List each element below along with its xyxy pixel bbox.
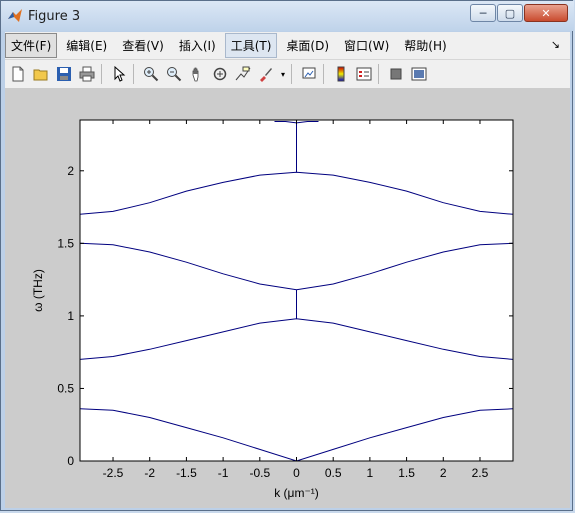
title-bar[interactable]: Figure 3 ─ ▢ ✕ [1, 1, 574, 31]
hide-plot-tools-icon[interactable] [386, 64, 406, 84]
brush-dropdown-icon[interactable]: ▾ [279, 64, 287, 84]
x-tick-label: -2 [144, 466, 155, 480]
x-tick-label: 2.5 [472, 466, 489, 480]
save-icon[interactable] [54, 64, 74, 84]
show-plot-tools-icon[interactable] [409, 64, 429, 84]
pan-icon[interactable] [187, 64, 207, 84]
brush-icon[interactable] [256, 64, 276, 84]
zoom-out-icon[interactable] [164, 64, 184, 84]
menu-bar: 文件(F) 编辑(E) 查看(V) 插入(I) 工具(T) 桌面(D) 窗口(W… [5, 32, 570, 59]
link-icon[interactable] [299, 64, 319, 84]
menu-help[interactable]: 帮助(H) [398, 33, 452, 58]
toolbar-separator [323, 64, 324, 84]
legend-icon[interactable] [354, 64, 374, 84]
menu-tools[interactable]: 工具(T) [224, 33, 278, 58]
menu-edit[interactable]: 编辑(E) [60, 33, 113, 58]
y-tick-label: 2 [67, 164, 74, 178]
rotate-icon[interactable] [210, 64, 230, 84]
menu-overflow-icon[interactable]: ↘ [551, 38, 560, 51]
menu-window[interactable]: 窗口(W) [338, 33, 395, 58]
menu-insert[interactable]: 插入(I) [173, 33, 222, 58]
y-tick-label: 1.5 [57, 236, 74, 250]
band-structure-plot[interactable]: -2.5 -2 -1.5 -1 -0.5 0 0.5 1 1.5 2 2.5 0 0.5 1 1.5 2 k (… [5, 88, 570, 508]
zoom-in-icon[interactable] [141, 64, 161, 84]
figure-window: Figure 3 ─ ▢ ✕ 文件(F) 编辑(E) 查看(V) 插入(I) 工… [0, 0, 574, 511]
toolbar-separator [101, 64, 102, 84]
y-tick-label: 0.5 [57, 381, 74, 395]
x-tick-label: 1 [367, 466, 374, 480]
window-title: Figure 3 [28, 9, 81, 24]
x-tick-label: 1.5 [398, 466, 415, 480]
y-tick-label: 1 [67, 309, 74, 323]
open-icon[interactable] [31, 64, 51, 84]
x-tick-label: -1 [218, 466, 229, 480]
close-button[interactable]: ✕ [524, 4, 568, 22]
y-axis-label: ω (THz) [31, 269, 45, 312]
x-tick-label: 0.5 [325, 466, 342, 480]
x-tick-label: -1.5 [176, 466, 197, 480]
toolbar-separator [378, 64, 379, 84]
toolbar-separator [291, 64, 292, 84]
menu-file[interactable]: 文件(F) [5, 33, 58, 58]
data-cursor-icon[interactable] [233, 64, 253, 84]
menu-desktop[interactable]: 桌面(D) [280, 33, 335, 58]
x-tick-label: 0 [293, 466, 300, 480]
pointer-icon[interactable] [109, 64, 129, 84]
figure-canvas: -2.5 -2 -1.5 -1 -0.5 0 0.5 1 1.5 2 2.5 0 0.5 1 1.5 2 k (… [5, 88, 570, 508]
y-tick-label: 0 [67, 454, 74, 468]
x-tick-label: -2.5 [103, 466, 124, 480]
minimize-button[interactable]: ─ [470, 4, 496, 22]
menu-view[interactable]: 查看(V) [116, 33, 170, 58]
matlab-icon [8, 9, 22, 22]
new-figure-icon[interactable] [8, 64, 28, 84]
figure-toolbar: ▾ [5, 59, 570, 88]
toolbar-separator [133, 64, 134, 84]
x-axis-label: k (μm⁻¹) [274, 486, 319, 500]
print-icon[interactable] [77, 64, 97, 84]
x-tick-label: -0.5 [249, 466, 270, 480]
maximize-button[interactable]: ▢ [497, 4, 523, 22]
colorbar-icon[interactable] [331, 64, 351, 84]
x-tick-label: 2 [440, 466, 447, 480]
